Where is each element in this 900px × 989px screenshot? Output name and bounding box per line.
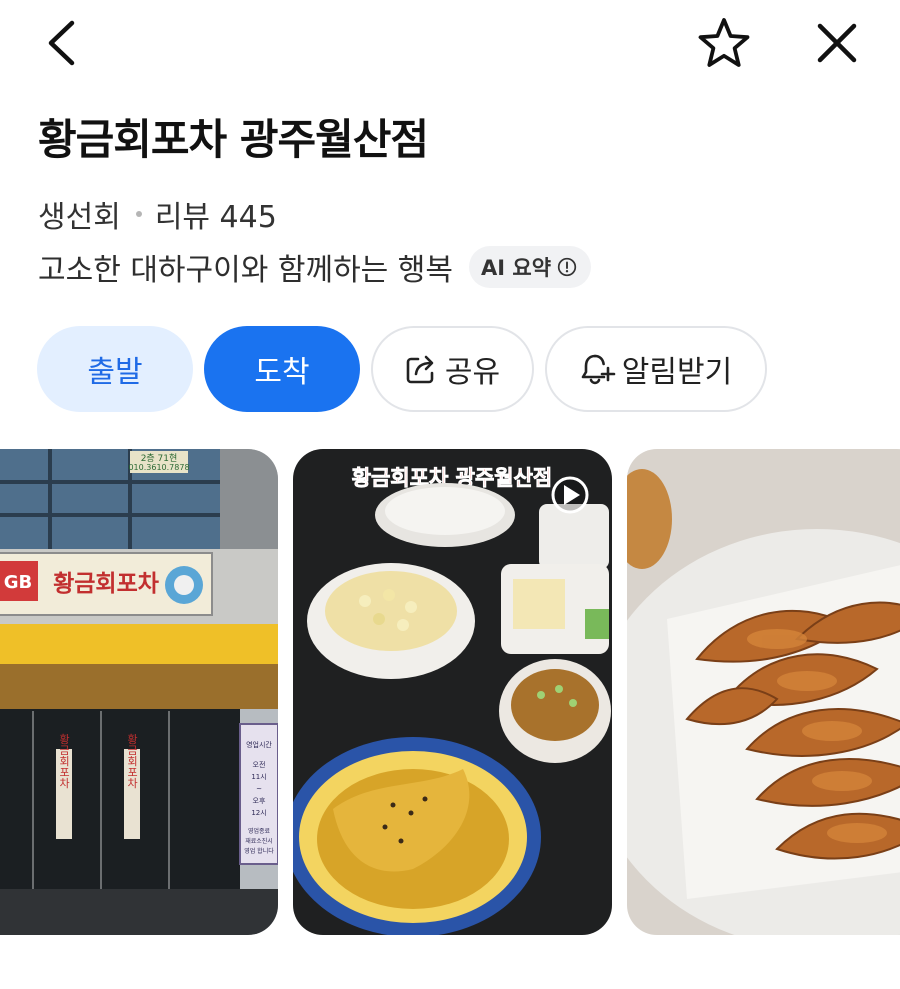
ai-summary-badge[interactable]: AI 요약 xyxy=(469,246,592,288)
door-sign-right: 황금회포차 xyxy=(126,733,139,789)
hours-poster-6: 영업종료 xyxy=(248,827,271,835)
grilled-shrimp-photo[interactable] xyxy=(627,449,900,935)
hours-poster-0: 영업시간 xyxy=(246,740,272,749)
hours-poster-5: 12시 xyxy=(251,809,266,817)
door-sign-left: 황금회포차 xyxy=(58,733,71,789)
notify-label: 알림받기 xyxy=(621,355,733,390)
share-button[interactable]: 공유 xyxy=(371,326,534,412)
arrive-button[interactable]: 도착 xyxy=(204,326,360,412)
hours-poster-7: 재료소진시 xyxy=(245,837,273,845)
category-label: 생선회 xyxy=(38,200,121,235)
notify-button[interactable]: 알림받기 xyxy=(545,326,767,412)
hours-poster-1: 오전 xyxy=(253,760,266,769)
store-sign-text: 황금회포차 xyxy=(53,571,159,597)
back-button[interactable] xyxy=(34,14,88,72)
place-meta: 생선회 리뷰 445 xyxy=(38,192,277,236)
ai-summary-text: 고소한 대하구이와 함께하는 행복 xyxy=(38,253,454,288)
separator-dot xyxy=(135,211,142,217)
storefront-photo[interactable]: 2층 71현 010.3610.7878 GB 황금회포차 황금회포차 황금회포… xyxy=(0,449,278,935)
ai-summary-row: 고소한 대하구이와 함께하는 행복 AI 요약 xyxy=(38,245,592,289)
action-buttons: 출발 도착 공유 알림받기 xyxy=(37,326,767,412)
top-bar xyxy=(0,0,900,90)
depart-button[interactable]: 출발 xyxy=(37,326,193,412)
place-title: 황금회포차 광주월산점 xyxy=(38,115,429,164)
phone-plate-line2: 010.3610.7878 xyxy=(128,463,189,472)
depart-label: 출발 xyxy=(87,355,143,390)
share-icon xyxy=(406,355,434,384)
hours-poster-3: ~ xyxy=(256,785,262,793)
star-outline-icon xyxy=(698,18,750,67)
food-video-thumbnail[interactable]: 황금회포차 광주월산점 xyxy=(293,449,612,935)
video-play-icon xyxy=(551,476,589,514)
hours-poster-8: 영업 합니다 xyxy=(244,847,274,855)
arrive-label: 도착 xyxy=(254,355,310,390)
chevron-left-icon xyxy=(48,20,75,66)
share-label: 공유 xyxy=(444,355,501,390)
review-count-link[interactable]: 리뷰 445 xyxy=(155,192,277,236)
hours-poster-4: 오후 xyxy=(253,797,266,805)
close-icon xyxy=(817,23,857,63)
favorite-button[interactable] xyxy=(694,14,754,72)
bell-plus-icon xyxy=(581,354,616,385)
info-icon xyxy=(557,257,577,277)
hours-poster-2: 11시 xyxy=(251,773,266,781)
photo-carousel[interactable]: 2층 71현 010.3610.7878 GB 황금회포차 황금회포차 황금회포… xyxy=(0,449,900,935)
sign-logo: GB xyxy=(4,572,33,593)
close-button[interactable] xyxy=(808,14,866,72)
ai-badge-label: AI 요약 xyxy=(481,256,552,280)
